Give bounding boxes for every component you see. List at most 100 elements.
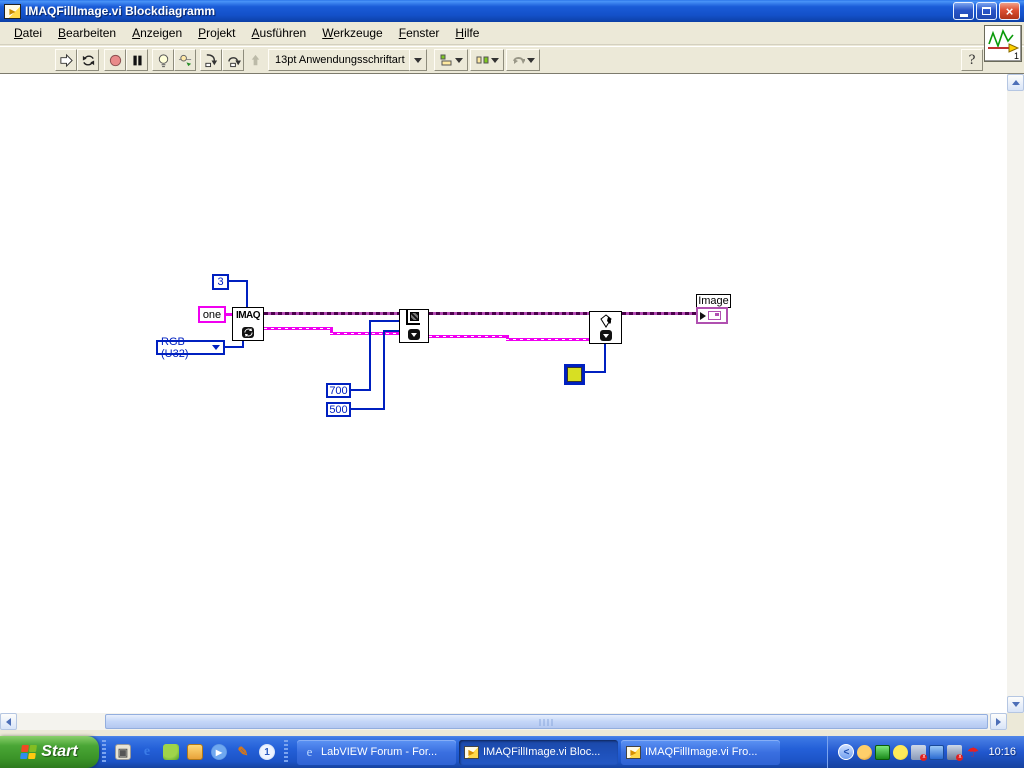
- imaq-set-image-size-node[interactable]: [399, 309, 429, 343]
- distribute-objects-button[interactable]: [470, 49, 504, 71]
- pause-button[interactable]: [126, 49, 148, 71]
- network-disconnected-icon[interactable]: x: [947, 744, 964, 761]
- minimize-button[interactable]: [953, 2, 974, 20]
- wire-blue-3-v[interactable]: [246, 280, 248, 307]
- scroll-right-button[interactable]: [990, 713, 1007, 730]
- scroll-left-button[interactable]: [0, 713, 17, 730]
- image-indicator-terminal[interactable]: [696, 307, 728, 324]
- show-desktop-icon[interactable]: ▣: [115, 744, 131, 760]
- horizontal-scrollbar[interactable]: [0, 713, 1007, 730]
- wire-color-v[interactable]: [604, 344, 606, 373]
- instance-number: 1: [1013, 51, 1019, 61]
- align-objects-button[interactable]: [434, 49, 468, 71]
- wire-700-h1[interactable]: [351, 389, 371, 391]
- chevron-down-icon: [1011, 702, 1020, 707]
- menu-anzeigen[interactable]: Anzeigen: [124, 23, 190, 43]
- imaq-create-node[interactable]: IMAQ: [232, 307, 264, 341]
- constant-one-value: one: [202, 308, 222, 321]
- abort-button[interactable]: [104, 49, 126, 71]
- media-player-icon[interactable]: ▶: [211, 744, 227, 760]
- restore-button[interactable]: [976, 2, 997, 20]
- paint-bucket-icon: [599, 314, 612, 328]
- title-bar: ▶ IMAQFillImage.vi Blockdiagramm ×: [0, 0, 1024, 22]
- retain-wire-values-button[interactable]: [174, 49, 196, 71]
- scroll-up-button[interactable]: [1007, 74, 1024, 91]
- wire-magenta-3[interactable]: [429, 335, 509, 338]
- tray-app-icon-monkey[interactable]: [857, 744, 873, 760]
- wire-image-2[interactable]: [429, 312, 589, 315]
- lightbulb-icon: [158, 53, 168, 67]
- font-selector-dropdown-button[interactable]: [409, 49, 427, 71]
- scrollbar-corner: [1007, 713, 1024, 730]
- menu-datei[interactable]: Datei: [6, 23, 50, 43]
- menu-bearbeiten[interactable]: Bearbeiten: [50, 23, 124, 43]
- wire-700-v[interactable]: [369, 320, 371, 391]
- image-type-enum[interactable]: RGB (U32): [156, 336, 225, 360]
- vertical-scrollbar[interactable]: [1007, 74, 1024, 713]
- numeric-constant-700[interactable]: 700: [326, 383, 351, 398]
- horizontal-scroll-thumb[interactable]: [105, 714, 988, 729]
- smiley-icon[interactable]: [893, 744, 909, 760]
- menu-projekt[interactable]: Projekt: [190, 23, 243, 43]
- highlight-execution-button[interactable]: [152, 49, 174, 71]
- task-label: LabVIEW Forum - For...: [321, 746, 438, 758]
- scroll-down-button[interactable]: [1007, 696, 1024, 713]
- wire-image-3[interactable]: [622, 312, 697, 315]
- task-blockdiagram[interactable]: ▶ IMAQFillImage.vi Bloc...: [459, 739, 618, 765]
- context-help-button[interactable]: ?: [961, 49, 983, 71]
- font-selector-value: 13pt Anwendungsschriftart: [275, 54, 405, 66]
- terminal-direction-icon: [700, 311, 706, 320]
- user-offline-icon[interactable]: x: [911, 744, 928, 761]
- one-note-icon[interactable]: 1: [259, 744, 275, 760]
- block-diagram-canvas[interactable]: 3 one IMAQ RGB (U32) 700 500 Image: [0, 74, 1007, 713]
- folder-icon[interactable]: [187, 744, 203, 760]
- wire-magenta-4[interactable]: [506, 338, 589, 341]
- string-constant-one[interactable]: one: [198, 306, 226, 323]
- remote-pc-icon[interactable]: [929, 744, 945, 760]
- task-label: IMAQFillImage.vi Fro...: [645, 746, 758, 758]
- task-labview-forum[interactable]: e LabVIEW Forum - For...: [297, 739, 456, 765]
- task-frontpanel[interactable]: ▶ IMAQFillImage.vi Fro...: [621, 739, 780, 765]
- wire-500-h2[interactable]: [383, 330, 399, 332]
- start-button[interactable]: Start: [0, 736, 99, 768]
- menu-fenster[interactable]: Fenster: [391, 23, 448, 43]
- run-continuously-icon: [82, 55, 94, 65]
- menu-werkzeuge[interactable]: Werkzeuge: [314, 23, 390, 43]
- image-terminal-icon: [708, 311, 721, 320]
- reorder-objects-button[interactable]: [506, 49, 540, 71]
- internet-explorer-icon[interactable]: e: [139, 744, 155, 760]
- wire-500-v[interactable]: [383, 330, 385, 410]
- wire-enum-v[interactable]: [242, 341, 244, 348]
- avira-umbrella-icon[interactable]: ☂: [965, 745, 980, 760]
- messenger-icon[interactable]: [163, 744, 179, 760]
- step-out-icon: [251, 54, 259, 65]
- imaq-fill-image-node[interactable]: [589, 311, 622, 344]
- abort-icon: [109, 54, 121, 66]
- wire-magenta-1[interactable]: [264, 327, 333, 330]
- wire-color-h[interactable]: [585, 371, 606, 373]
- fill-image-badge-icon: [599, 330, 612, 341]
- step-out-button[interactable]: [244, 49, 266, 71]
- step-over-button[interactable]: [222, 49, 244, 71]
- font-selector[interactable]: 13pt Anwendungsschriftart: [268, 49, 410, 71]
- wire-image-1[interactable]: [264, 312, 399, 315]
- color-box-constant[interactable]: [564, 364, 585, 385]
- menu-hilfe[interactable]: Hilfe: [447, 23, 487, 43]
- close-button[interactable]: ×: [999, 2, 1020, 20]
- wire-700-h2[interactable]: [369, 320, 399, 322]
- toolbar: 13pt Anwendungsschriftart ?: [0, 46, 1024, 74]
- run-continuously-button[interactable]: [77, 49, 99, 71]
- run-button[interactable]: [55, 49, 77, 71]
- wire-magenta-2[interactable]: [330, 332, 399, 335]
- image-indicator-label[interactable]: Image: [696, 294, 731, 308]
- step-into-button[interactable]: [200, 49, 222, 71]
- pause-icon: [132, 55, 142, 65]
- set-image-size-icon: [405, 310, 420, 325]
- network-monitor-icon[interactable]: [875, 744, 891, 760]
- paint-brush-icon[interactable]: ✎: [235, 744, 251, 760]
- menu-ausfuehren[interactable]: Ausführen: [244, 23, 315, 43]
- numeric-constant-3[interactable]: 3: [212, 274, 229, 290]
- hide-tray-icons-button[interactable]: <: [838, 744, 855, 760]
- numeric-constant-500[interactable]: 500: [326, 402, 351, 417]
- wire-500-h1[interactable]: [351, 408, 385, 410]
